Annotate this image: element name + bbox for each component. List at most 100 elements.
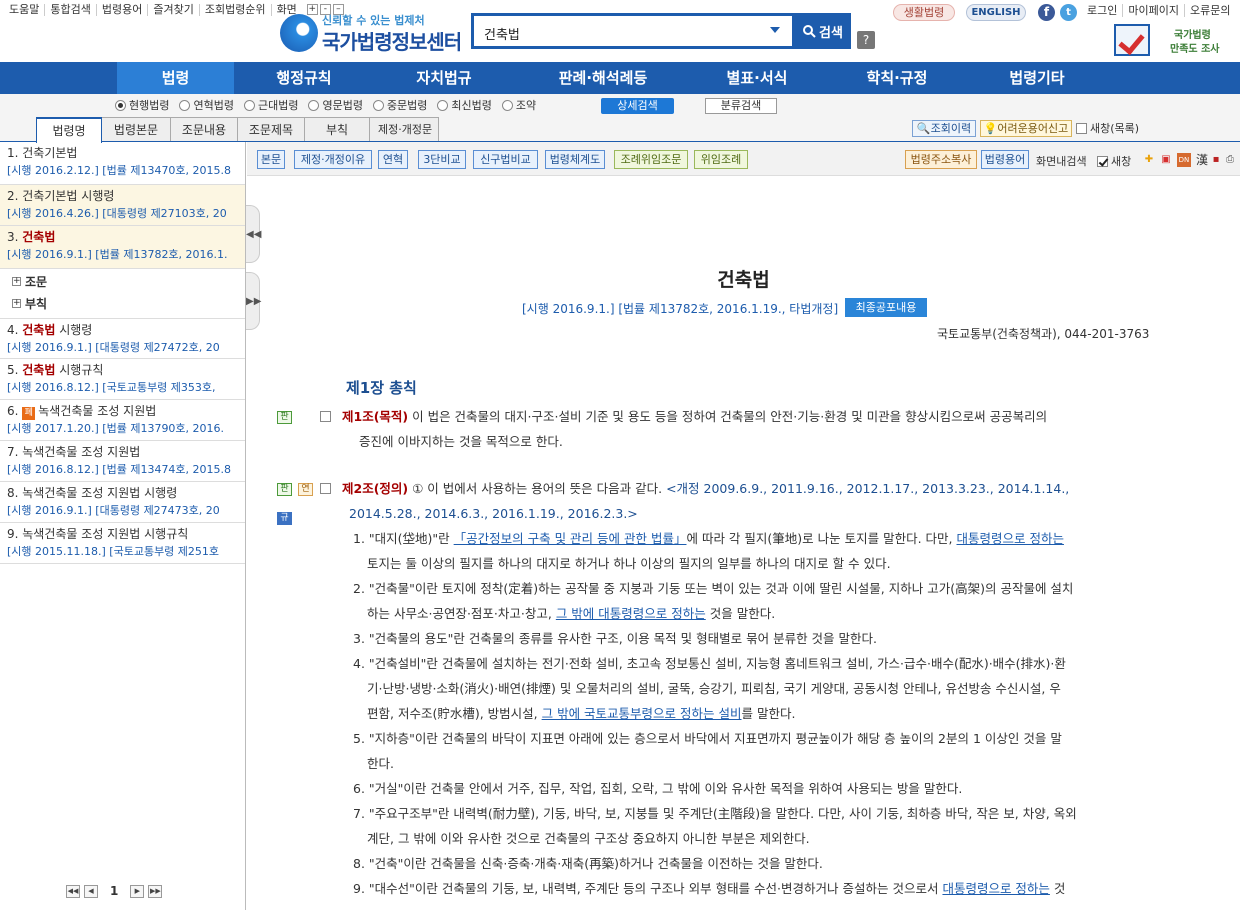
three-way-compare-button[interactable]: 3단비교 [418, 150, 466, 169]
law-structure-button[interactable]: 법령체계도 [545, 150, 605, 169]
tab-enactment-text[interactable]: 제정·개정문 [369, 117, 439, 141]
new-window-checkbox[interactable] [1097, 155, 1108, 167]
classification-search-button[interactable]: 분류검색 [705, 98, 777, 114]
last-page-button[interactable]: ▶▶ [148, 884, 163, 898]
rule-badge[interactable]: 규 [277, 512, 292, 525]
satisfaction-survey-banner[interactable]: 국가법령 만족도 조사 [1112, 22, 1240, 62]
nav-law[interactable]: 법령 [117, 62, 234, 94]
delegated-articles-button[interactable]: 조례위임조문 [614, 150, 688, 169]
radio-treaty[interactable]: 조약 [501, 97, 536, 113]
download-icon[interactable]: DN [1177, 153, 1191, 167]
star-icon[interactable]: ✚ [1142, 153, 1156, 167]
tree-node-articles[interactable]: + 조문 [12, 273, 47, 290]
hanja-toggle[interactable]: 漢 [1195, 153, 1209, 167]
new-window-toggle[interactable]: 새창 [1097, 153, 1131, 169]
tab-law-name[interactable]: 법령명 [36, 117, 102, 143]
tree-node-supplementary[interactable]: + 부칙 [12, 295, 47, 312]
nav-admin-rules[interactable]: 행정규칙 [234, 62, 374, 94]
error-report-link[interactable]: 오류문의 [1185, 4, 1235, 17]
article-title[interactable]: 제2조(정의) [342, 481, 408, 496]
list-item[interactable]: 5. 건축법 시행규칙 [시행 2016.8.12.] [국토교통부령 제353… [0, 359, 245, 400]
list-item[interactable]: 7. 녹색건축물 조성 지원법 [시행 2016.8.12.] [법률 제134… [0, 441, 245, 482]
nav-law-etc[interactable]: 법령기타 [972, 62, 1102, 94]
view-history-button[interactable]: 🔍조회이력 [912, 120, 976, 137]
util-favorites-link[interactable]: 즐겨찾기 [148, 4, 200, 16]
result-number: 4. [7, 323, 23, 337]
list-item[interactable]: 2. 건축기본법 시행령 [시행 2016.4.26.] [대통령령 제2710… [0, 185, 245, 226]
radio-latest-law[interactable]: 최신법령 [437, 97, 492, 113]
expand-plus-icon[interactable]: + [12, 277, 21, 286]
nav-school-rules[interactable]: 학칙·규정 [822, 62, 972, 94]
tab-article-title[interactable]: 조문제목 [237, 117, 305, 141]
util-help-link[interactable]: 도움말 [4, 4, 46, 16]
decree-link[interactable]: 대통령령으로 정하는 [942, 881, 1049, 896]
list-item[interactable]: 4. 건축법 시행령 [시행 2016.9.1.] [대통령령 제27472호,… [0, 318, 245, 359]
nav-local-laws[interactable]: 자치법규 [374, 62, 514, 94]
tab-article-content[interactable]: 조문내용 [170, 117, 238, 141]
law-terms-button[interactable]: 법령용어 [981, 150, 1029, 169]
expand-plus-icon[interactable]: + [12, 299, 21, 308]
tab-law-body[interactable]: 법령본문 [101, 117, 171, 141]
mypage-link[interactable]: 마이페이지 [1123, 4, 1185, 17]
article-checkbox[interactable] [320, 483, 331, 494]
site-logo[interactable]: 신뢰할 수 있는 법제처 국가법령정보센터 [280, 10, 462, 54]
ministry-ordinance-link[interactable]: 그 밖에 국토교통부령으로 정하는 설비 [542, 706, 742, 721]
body-button[interactable]: 본문 [257, 150, 285, 169]
dropdown-caret-icon[interactable] [770, 27, 780, 33]
copy-address-button[interactable]: 법령주소복사 [905, 150, 977, 169]
history-button[interactable]: 연혁 [378, 150, 408, 169]
search-input[interactable]: 건축법 [471, 13, 795, 49]
first-page-button[interactable]: ◀◀ [66, 884, 80, 898]
law-link[interactable]: 「공간정보의 구축 및 관리 등에 관한 법률」 [454, 531, 687, 546]
next-page-button[interactable]: ▶ [130, 884, 145, 898]
radio-current-law[interactable]: 현행법령 [115, 97, 169, 113]
util-law-terms-link[interactable]: 법령용어 [97, 4, 149, 16]
radio-modern-law[interactable]: 근대법령 [243, 97, 298, 113]
english-button[interactable]: ENGLISH [966, 4, 1026, 21]
article-checkbox[interactable] [320, 411, 331, 422]
tab-supplementary[interactable]: 부칙 [304, 117, 370, 141]
old-new-compare-button[interactable]: 신구법비교 [473, 150, 538, 169]
util-integrated-search-link[interactable]: 통합검색 [45, 4, 97, 16]
radio-english-law[interactable]: 영문법령 [308, 97, 363, 113]
save-icon[interactable]: ▪ [1209, 153, 1223, 167]
radio-label: 영문법령 [322, 99, 363, 112]
precedent-badge[interactable]: 판 [277, 411, 292, 424]
util-ranking-link[interactable]: 조회법령순위 [200, 4, 272, 16]
current-page[interactable]: 1 [102, 884, 126, 898]
result-info: [시행 2016.4.26.] [대통령령 제27103호, 20 [7, 207, 227, 220]
nav-precedents[interactable]: 판례·해석례등 [514, 62, 692, 94]
article-title[interactable]: 제1조(목적) [342, 409, 408, 424]
expand-panel-handle[interactable]: ▶▶ [246, 272, 261, 330]
new-window-list-toggle[interactable]: 새창(목록) [1076, 120, 1139, 136]
print-icon[interactable]: ⎙ [1223, 153, 1237, 167]
twitter-icon[interactable]: t [1060, 4, 1077, 21]
life-law-button[interactable]: 생활법령 [893, 4, 955, 21]
decree-link[interactable]: 그 밖에 대통령령으로 정하는 [556, 606, 706, 621]
search-button[interactable]: 검색 [795, 13, 851, 49]
delegated-ordinance-button[interactable]: 위임조례 [694, 150, 748, 169]
item-text: 하는 사무소·공연장·점포·차고·창고, [367, 606, 556, 621]
collapse-panel-handle[interactable]: ◀◀ [246, 205, 261, 263]
prev-page-button[interactable]: ◀ [84, 884, 98, 898]
login-link[interactable]: 로그인 [1082, 4, 1124, 17]
latest-promulgation-button[interactable]: 최종공포내용 [845, 298, 927, 317]
list-item[interactable]: 6. 폐 녹색건축물 조성 지원법 [시행 2017.1.20.] [법률 제13… [0, 400, 245, 441]
list-item[interactable]: 8. 녹색건축물 조성 지원법 시행령 [시행 2016.9.1.] [대통령령… [0, 482, 245, 523]
help-button[interactable]: ? [857, 31, 875, 49]
detail-search-button[interactable]: 상세검색 [601, 98, 674, 114]
precedent-badge[interactable]: 판 [277, 483, 292, 496]
amendment-reason-button[interactable]: 제정·개정이유 [294, 150, 372, 169]
new-window-checkbox[interactable] [1076, 122, 1087, 134]
nav-tables-forms[interactable]: 별표·서식 [692, 62, 822, 94]
radio-chinese-law[interactable]: 중문법령 [372, 97, 427, 113]
list-item[interactable]: 9. 녹색건축물 조성 지원법 시행규칙 [시행 2015.11.18.] [국… [0, 523, 245, 564]
list-item[interactable]: 1. 건축기본법 [시행 2016.2.12.] [법률 제13470호, 20… [0, 142, 245, 185]
difficult-term-report-button[interactable]: 💡어려운용어신고 [980, 120, 1072, 137]
decree-link[interactable]: 대통령령으로 정하는 [956, 531, 1063, 546]
list-item-selected[interactable]: 3. 건축법 [시행 2016.9.1.] [법률 제13782호, 2016.… [0, 226, 245, 269]
image-icon[interactable]: ▣ [1159, 153, 1173, 167]
radio-history-law[interactable]: 연혁법령 [179, 97, 234, 113]
facebook-icon[interactable]: f [1038, 4, 1055, 21]
history-badge[interactable]: 연 [298, 483, 313, 496]
